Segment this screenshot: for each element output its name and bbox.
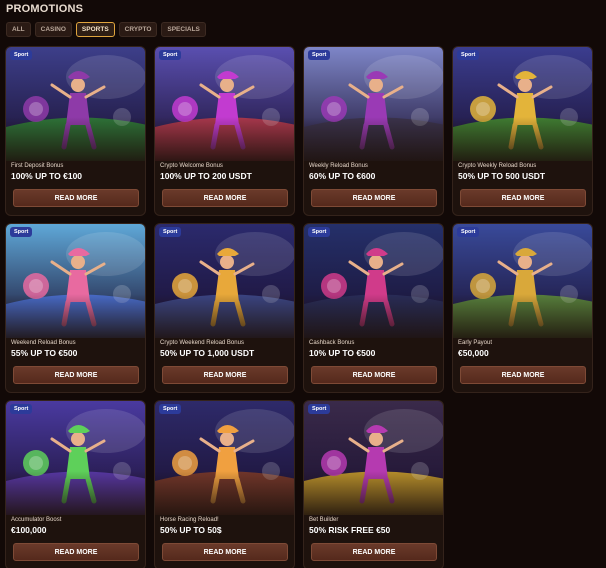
sport-badge: Sport	[10, 50, 33, 60]
sport-badge: Sport	[159, 50, 182, 60]
promotions-grid: Sport First Deposit Bonus 100% UP TO €100 R…	[5, 46, 593, 568]
read-more-button[interactable]: READ MORE	[311, 366, 437, 384]
read-more-button[interactable]: READ MORE	[13, 189, 139, 207]
promo-offer: 100% UP TO €100	[11, 171, 83, 181]
tab-specials[interactable]: SPECIALS	[161, 22, 206, 37]
promo-card[interactable]: Sport Cashback Bonus 10% UP TO €500 READ MO…	[303, 223, 444, 393]
read-more-button[interactable]: READ MORE	[311, 543, 437, 561]
sport-badge: Sport	[159, 227, 182, 237]
art-fade	[155, 471, 294, 521]
promo-offer: 100% UP TO 200 USDT	[160, 171, 252, 181]
sport-badge: Sport	[159, 404, 182, 414]
promo-name: Horse Racing Reload!	[160, 517, 219, 523]
promo-name: Cashback Bonus	[309, 340, 355, 346]
promo-card[interactable]: Sport Early Payout €50,000 READ MORE	[452, 223, 593, 393]
page-title: PROMOTIONS	[6, 3, 84, 15]
read-more-button[interactable]: READ MORE	[162, 366, 288, 384]
promo-card[interactable]: Sport Weekend Reload Bonus 55% UP TO €500 R…	[5, 223, 146, 393]
sport-badge: Sport	[457, 227, 480, 237]
promo-offer: 50% UP TO 1,000 USDT	[160, 348, 255, 358]
promo-name: Weekend Reload Bonus	[11, 340, 76, 346]
promo-card[interactable]: Sport Bet Builder 50% RISK FREE €50 READ MO…	[303, 400, 444, 568]
sport-badge: Sport	[308, 50, 331, 60]
promo-name: Weekly Reload Bonus	[309, 163, 368, 169]
promo-name: First Deposit Bonus	[11, 163, 64, 169]
art-fade	[304, 117, 443, 167]
read-more-button[interactable]: READ MORE	[13, 366, 139, 384]
promo-name: Crypto Weekly Reload Bonus	[458, 163, 537, 169]
promo-card[interactable]: Sport Crypto Welcome Bonus 100% UP TO 200 …	[154, 46, 295, 216]
promo-card[interactable]: Sport First Deposit Bonus 100% UP TO €100 R…	[5, 46, 146, 216]
read-more-button[interactable]: READ MORE	[460, 366, 586, 384]
sport-badge: Sport	[308, 227, 331, 237]
tab-casino[interactable]: CASINO	[34, 22, 72, 37]
promo-offer: 60% UP TO €600	[309, 171, 376, 181]
promo-offer: 10% UP TO €500	[309, 348, 376, 358]
tab-all[interactable]: ALL	[6, 22, 31, 37]
sport-badge: Sport	[10, 404, 33, 414]
art-fade	[453, 294, 592, 344]
promo-card[interactable]: Sport Weekly Reload Bonus 60% UP TO €600 RE…	[303, 46, 444, 216]
art-fade	[304, 294, 443, 344]
promo-offer: €100,000	[11, 525, 47, 535]
promo-name: Early Payout	[458, 340, 493, 346]
art-fade	[6, 471, 145, 521]
art-fade	[6, 117, 145, 167]
promo-name: Crypto Welcome Bonus	[160, 163, 223, 169]
promo-offer: 50% UP TO 50$	[160, 525, 222, 535]
promo-offer: 50% RISK FREE €50	[309, 525, 391, 535]
art-fade	[155, 294, 294, 344]
promotions-page: PROMOTIONS ALL CASINO SPORTS CRYPTO SPEC…	[0, 0, 606, 568]
sport-badge: Sport	[10, 227, 33, 237]
sport-badge: Sport	[308, 404, 331, 414]
promo-card[interactable]: Sport Crypto Weekend Reload Bonus 50% UP T…	[154, 223, 295, 393]
promo-name: Accumulator Boost	[11, 517, 62, 523]
read-more-button[interactable]: READ MORE	[460, 189, 586, 207]
promo-offer: 50% UP TO 500 USDT	[458, 171, 546, 181]
promo-offer: €50,000	[458, 348, 489, 358]
promo-name: Crypto Weekend Reload Bonus	[160, 340, 244, 346]
read-more-button[interactable]: READ MORE	[311, 189, 437, 207]
art-fade	[155, 117, 294, 167]
art-fade	[6, 294, 145, 344]
read-more-button[interactable]: READ MORE	[13, 543, 139, 561]
promo-card[interactable]: Sport Horse Racing Reload! 50% UP TO 50$ RE…	[154, 400, 295, 568]
promo-card[interactable]: Sport Accumulator Boost €100,000 READ MORE	[5, 400, 146, 568]
promo-name: Bet Builder	[309, 517, 339, 523]
tab-sports[interactable]: SPORTS	[75, 22, 115, 37]
read-more-button[interactable]: READ MORE	[162, 543, 288, 561]
promo-card[interactable]: Sport Crypto Weekly Reload Bonus 50% UP TO…	[452, 46, 593, 216]
art-fade	[453, 117, 592, 167]
tab-crypto[interactable]: CRYPTO	[118, 22, 158, 37]
promo-offer: 55% UP TO €500	[11, 348, 78, 358]
category-tabs: ALL CASINO SPORTS CRYPTO SPECIALS	[6, 22, 206, 37]
sport-badge: Sport	[457, 50, 480, 60]
art-fade	[304, 471, 443, 521]
read-more-button[interactable]: READ MORE	[162, 189, 288, 207]
